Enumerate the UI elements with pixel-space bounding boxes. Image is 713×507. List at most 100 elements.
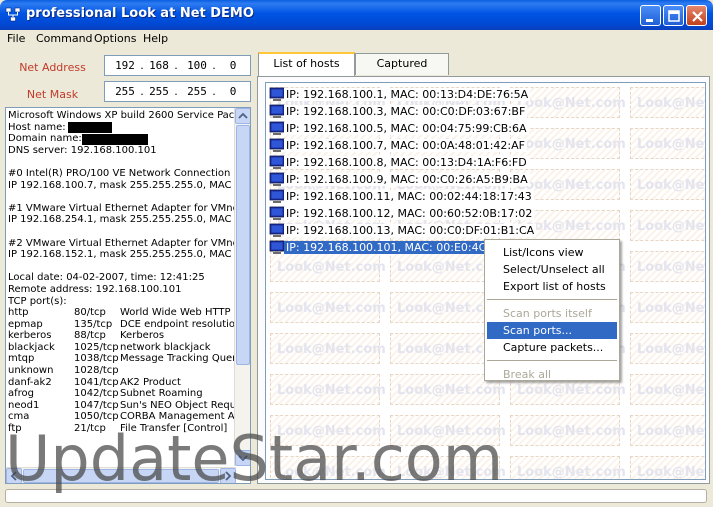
- window-title: professional Look at Net DEMO: [26, 6, 254, 21]
- watermark-text: Look@Net.com: [637, 301, 705, 316]
- port-service-name: unknown: [8, 365, 54, 377]
- context-menu-item[interactable]: Capture packets...: [487, 339, 617, 356]
- watermark-text: Look@Net.com: [517, 96, 626, 111]
- info-line: Local date: 04-02-2007, time: 12:41:25: [8, 272, 205, 284]
- host-label: IP: 192.168.100.9, MAC: 00:C0:26:A5:B9:B…: [284, 173, 530, 186]
- vertical-scroll-thumb[interactable]: [236, 125, 250, 365]
- updatestar-watermark: UpdateStar.com: [5, 422, 504, 495]
- menu-bar: File Command Options Help: [0, 30, 713, 48]
- minimize-button[interactable]: [640, 5, 661, 26]
- context-menu-item[interactable]: Scan ports...: [487, 322, 617, 339]
- tab-list-of-hosts[interactable]: List of hosts: [258, 52, 355, 76]
- net-address-input[interactable]: 192 . 168 . 100 . 0: [104, 55, 251, 76]
- network-app-icon: [5, 7, 21, 22]
- watermark-text: Look@Net.com: [637, 260, 705, 275]
- redacted-hostname: [68, 122, 112, 133]
- info-line: [8, 226, 238, 238]
- watermark-text: Look@Net.com: [637, 383, 705, 398]
- octet-dot: .: [212, 59, 216, 72]
- computer-icon: [269, 121, 285, 135]
- computer-icon: [269, 223, 285, 237]
- title-bar[interactable]: professional Look at Net DEMO: [0, 0, 713, 30]
- tcp-port-row: unknown 1028/tcp: [8, 365, 238, 377]
- menu-command[interactable]: Command: [36, 32, 93, 45]
- info-line: #0 Intel(R) PRO/100 VE Network Connectio…: [8, 167, 231, 179]
- net-mask-octet-2[interactable]: 255: [145, 85, 173, 98]
- close-icon: [692, 11, 703, 22]
- tab-captured-packets[interactable]: Captured packets: [355, 53, 449, 90]
- host-label: IP: 192.168.100.13, MAC: 00:C0:DF:01:B1:…: [284, 224, 537, 237]
- tcp-port-row: kerberos 88/tcp Kerberos: [8, 330, 238, 342]
- port-number: 1047/tcp: [74, 399, 119, 411]
- port-service-name: http: [8, 307, 29, 319]
- port-service-name: afrog: [8, 388, 35, 400]
- context-menu[interactable]: List/Icons view Select/Unselect all Export…: [484, 239, 620, 381]
- octet-dot: .: [212, 85, 216, 98]
- tcp-port-row: blackjack 1025/tcp network blackjack: [8, 342, 238, 354]
- net-mask-octet-4[interactable]: 0: [219, 85, 247, 98]
- watermark-text: Look@Net.com: [637, 342, 705, 357]
- info-vertical-scrollbar[interactable]: [234, 108, 250, 466]
- info-line: [8, 261, 238, 273]
- menu-separator: [487, 360, 617, 361]
- menu-file[interactable]: File: [7, 32, 25, 45]
- net-mask-octet-1[interactable]: 255: [111, 85, 139, 98]
- info-line: TCP port(s):: [8, 295, 67, 307]
- tcp-port-row: danf-ak2 1041/tcp AK2 Product: [8, 377, 238, 389]
- port-description: AK2 Product: [120, 376, 181, 388]
- host-label: IP: 192.168.100.1, MAC: 00:13:D4:DE:76:5…: [284, 88, 531, 101]
- watermark-text: Look@Net.com: [277, 383, 386, 398]
- net-address-octet-4[interactable]: 0: [219, 59, 247, 72]
- context-menu-item: Break all: [503, 368, 552, 381]
- watermark-text: Look@Net.com: [277, 301, 386, 316]
- close-button[interactable]: [686, 5, 707, 26]
- info-line: DNS server: 192.168.100.101: [8, 144, 157, 156]
- port-number: 1028/tcp: [74, 365, 119, 377]
- port-description: network blackjack: [120, 341, 211, 353]
- port-number: 1041/tcp: [74, 376, 119, 388]
- net-mask-input[interactable]: 255 . 255 . 255 . 0: [104, 81, 251, 102]
- computer-icon: [269, 206, 285, 220]
- port-number: 80/tcp: [74, 307, 106, 319]
- watermark-text: Look@Net.com: [637, 137, 705, 152]
- net-address-octet-2[interactable]: 168: [145, 59, 173, 72]
- info-line: IP 192.168.254.1, mask 255.255.255.0, MA…: [8, 214, 232, 226]
- context-menu-item[interactable]: Export list of hosts: [487, 278, 617, 295]
- redacted-domain: [82, 134, 148, 145]
- port-number: 88/tcp: [74, 330, 106, 342]
- host-label: IP: 192.168.100.7, MAC: 00:0A:48:01:42:A…: [284, 139, 527, 152]
- tcp-port-row: epmap 135/tcp DCE endpoint resolution: [8, 318, 242, 331]
- watermark-tile: Look@Net.com: [270, 333, 386, 364]
- scroll-up-button[interactable]: [235, 108, 250, 124]
- maximize-button[interactable]: [663, 5, 684, 26]
- context-menu-item[interactable]: Select/Unselect all: [487, 261, 617, 278]
- port-service-name: neod1: [8, 399, 40, 411]
- port-number: 1038/tcp: [74, 353, 119, 365]
- watermark-text: Look@Net.com: [637, 219, 705, 234]
- watermark-tile: Look@Net.com: [630, 292, 705, 323]
- computer-icon: [269, 172, 285, 186]
- watermark-text: Look@Net.com: [277, 260, 386, 275]
- port-description: World Wide Web HTTP: [120, 307, 231, 319]
- computer-icon: [269, 138, 285, 152]
- watermark-tile: Look@Net.com: [270, 251, 386, 282]
- port-description: DCE endpoint resolution: [120, 318, 242, 330]
- tcp-port-row: mtqp 1038/tcp Message Tracking Query: [8, 353, 242, 365]
- menu-options[interactable]: Options: [94, 32, 136, 45]
- computer-icon: [269, 104, 285, 118]
- menu-separator: [487, 299, 617, 300]
- octet-dot: .: [174, 59, 178, 72]
- net-address-octet-3[interactable]: 100: [183, 59, 211, 72]
- info-line: IP 192.168.152.1, mask 255.255.255.0, MA…: [8, 249, 232, 261]
- net-mask-octet-3[interactable]: 255: [183, 85, 211, 98]
- host-label: IP: 192.168.100.5, MAC: 00:04:75:99:CB:6…: [284, 122, 529, 135]
- arrow-up-icon: [238, 112, 248, 119]
- watermark-tile: Look@Net.com: [630, 210, 705, 241]
- net-address-octet-1[interactable]: 192: [111, 59, 139, 72]
- menu-help[interactable]: Help: [143, 32, 168, 45]
- port-description: Kerberos: [120, 330, 165, 342]
- net-mask-label: Net Mask: [26, 88, 79, 101]
- computer-icon: [269, 155, 285, 169]
- context-menu-item[interactable]: List/Icons view: [487, 244, 617, 261]
- watermark-text: Look@Net.com: [637, 178, 705, 193]
